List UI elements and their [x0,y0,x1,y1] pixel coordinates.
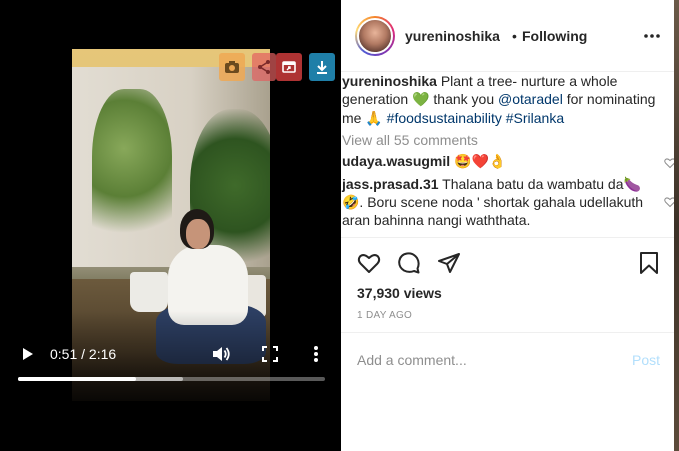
open-window-button[interactable] [276,53,302,81]
screenshot-button[interactable] [219,53,245,81]
download-icon [317,61,327,74]
comment-item: jass.prasad.31 Thalana batu da wambatu d… [342,175,660,229]
volume-icon[interactable] [211,345,231,363]
post-timestamp[interactable]: 1 DAY AGO [357,310,412,321]
more-options-icon[interactable] [310,345,322,363]
view-all-comments-link[interactable]: View all 55 comments [342,132,478,148]
avatar[interactable] [355,16,395,56]
comment-icon[interactable] [397,251,421,275]
post-header: yureninoshika • Following [341,0,674,72]
post-comment-button[interactable]: Post [632,352,660,368]
bookmark-icon[interactable] [637,251,661,275]
video-progress-bar[interactable] [18,377,325,381]
more-options-icon[interactable] [643,28,661,44]
caption-hashtag-1[interactable]: #foodsustainability [387,110,502,126]
video-progress [18,377,136,381]
author-username[interactable]: yureninoshika [405,28,500,44]
download-button[interactable] [309,53,335,81]
camera-icon [225,61,239,73]
comment-username[interactable]: udaya.wasugmil [342,153,450,169]
caption-mention[interactable]: @otaradel [498,91,563,107]
video-person-face [186,219,210,249]
folded-hands-emoji: 🙏 [365,111,383,127]
green-heart-emoji: 💚 [412,92,430,108]
comment-text: 🤩❤️👌 [454,154,507,170]
share-icon [258,60,270,74]
external-window-icon [282,61,296,73]
add-comment-input[interactable]: Add a comment... [357,352,467,368]
like-heart-icon[interactable] [357,251,381,275]
fullscreen-icon[interactable] [262,346,278,362]
comment-username[interactable]: jass.prasad.31 [342,176,439,192]
video-pot [130,272,168,312]
caption-text-2: thank you [433,91,495,107]
play-icon[interactable] [18,345,36,363]
post-panel: yureninoshika • Following yureninoshika … [341,0,676,451]
caption-hashtag-2[interactable]: #Srilanka [506,110,564,126]
view-count[interactable]: 37,930 views [357,285,442,301]
video-player[interactable]: 0:51 / 2:16 [0,0,341,451]
add-comment-bar: Add a comment... Post [341,332,674,387]
share-direct-icon[interactable] [437,251,461,275]
post-actions: 37,930 views 1 DAY AGO [341,237,674,332]
background-edge [674,0,679,451]
video-time: 0:51 / 2:16 [50,346,117,362]
separator-dot: • [512,28,517,44]
post-caption: yureninoshika Plant a tree- nurture a wh… [341,72,674,128]
comment-item: udaya.wasugmil 🤩❤️👌 [342,152,660,171]
following-button[interactable]: Following [522,28,587,44]
video-tree [92,89,172,259]
share-button[interactable] [252,53,276,81]
caption-username[interactable]: yureninoshika [342,73,437,89]
